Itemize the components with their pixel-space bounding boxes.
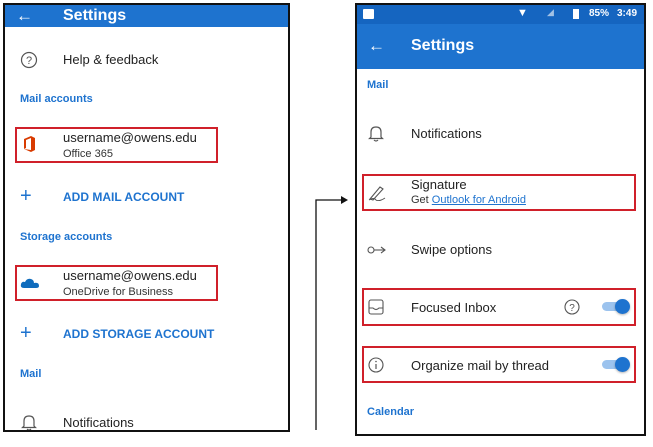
svg-text:?: ? bbox=[26, 55, 32, 67]
signature-pen-icon bbox=[368, 186, 386, 201]
help-circle-icon: ? bbox=[20, 51, 38, 69]
battery-icon bbox=[573, 9, 579, 19]
storage-account-email[interactable]: username@owens.edu bbox=[63, 268, 197, 283]
notifications-item[interactable]: Notifications bbox=[411, 126, 482, 141]
bell-icon bbox=[368, 126, 384, 142]
notifications-item[interactable]: Notifications bbox=[63, 415, 134, 430]
focused-inbox-toggle[interactable] bbox=[602, 299, 630, 314]
onedrive-cloud-icon bbox=[20, 278, 39, 288]
mail-section-header: Mail bbox=[20, 368, 42, 380]
organize-thread-item[interactable]: Organize mail by thread bbox=[411, 358, 549, 373]
plus-icon: + bbox=[20, 322, 32, 344]
office-icon bbox=[24, 136, 35, 152]
back-arrow-icon[interactable]: ← bbox=[16, 7, 33, 24]
help-circle-icon[interactable]: ? bbox=[564, 299, 580, 315]
svg-text:?: ? bbox=[569, 303, 575, 314]
add-storage-account-button[interactable]: ADD STORAGE ACCOUNT bbox=[63, 327, 214, 341]
outlook-for-android-link[interactable]: Outlook for Android bbox=[432, 194, 526, 206]
add-mail-account-button[interactable]: ADD MAIL ACCOUNT bbox=[63, 190, 184, 204]
toggle-knob bbox=[615, 299, 630, 314]
app-bar: ← Settings bbox=[357, 24, 644, 69]
signature-item[interactable]: Signature bbox=[411, 177, 467, 192]
help-feedback-item[interactable]: Help & feedback bbox=[63, 52, 158, 67]
settings-screen-left: ← Settings ? Help & feedback Mail accoun… bbox=[3, 3, 290, 432]
app-bar: ← Settings bbox=[5, 5, 288, 27]
mail-account-type: Office 365 bbox=[63, 148, 113, 160]
storage-account-type: OneDrive for Business bbox=[63, 286, 174, 298]
battery-level: 85% bbox=[589, 8, 610, 19]
signal-icon: ◢ bbox=[547, 7, 554, 17]
status-bar: ▼ ◢ 85% 3:49 bbox=[357, 5, 644, 24]
back-arrow-icon[interactable]: ← bbox=[368, 37, 385, 54]
plus-icon: + bbox=[20, 185, 32, 207]
wifi-icon: ▼ bbox=[517, 7, 528, 19]
mail-section-header: Mail bbox=[367, 79, 389, 91]
focused-inbox-highlight bbox=[362, 288, 636, 326]
connector-arrow bbox=[315, 196, 348, 430]
focused-inbox-item[interactable]: Focused Inbox bbox=[411, 300, 496, 315]
focused-inbox-icon bbox=[368, 299, 384, 315]
settings-screen-right: ▼ ◢ 85% 3:49 ← Settings Mail Notificatio… bbox=[355, 3, 646, 436]
page-title: Settings bbox=[411, 37, 475, 54]
page-title: Settings bbox=[63, 7, 127, 24]
info-icon bbox=[368, 357, 384, 373]
storage-accounts-header: Storage accounts bbox=[20, 231, 113, 243]
image-notification-icon bbox=[363, 9, 374, 19]
swipe-options-item[interactable]: Swipe options bbox=[411, 242, 492, 257]
mail-accounts-header: Mail accounts bbox=[20, 93, 93, 105]
calendar-section-header: Calendar bbox=[367, 406, 415, 418]
swipe-icon bbox=[367, 246, 386, 254]
organize-thread-toggle[interactable] bbox=[602, 357, 630, 372]
signature-subtitle: Get Outlook for Android bbox=[411, 194, 526, 206]
toggle-knob bbox=[615, 357, 630, 372]
bell-icon bbox=[21, 415, 37, 430]
clock: 3:49 bbox=[617, 8, 638, 19]
mail-account-email[interactable]: username@owens.edu bbox=[63, 130, 197, 145]
signature-sub-prefix: Get bbox=[411, 194, 429, 206]
